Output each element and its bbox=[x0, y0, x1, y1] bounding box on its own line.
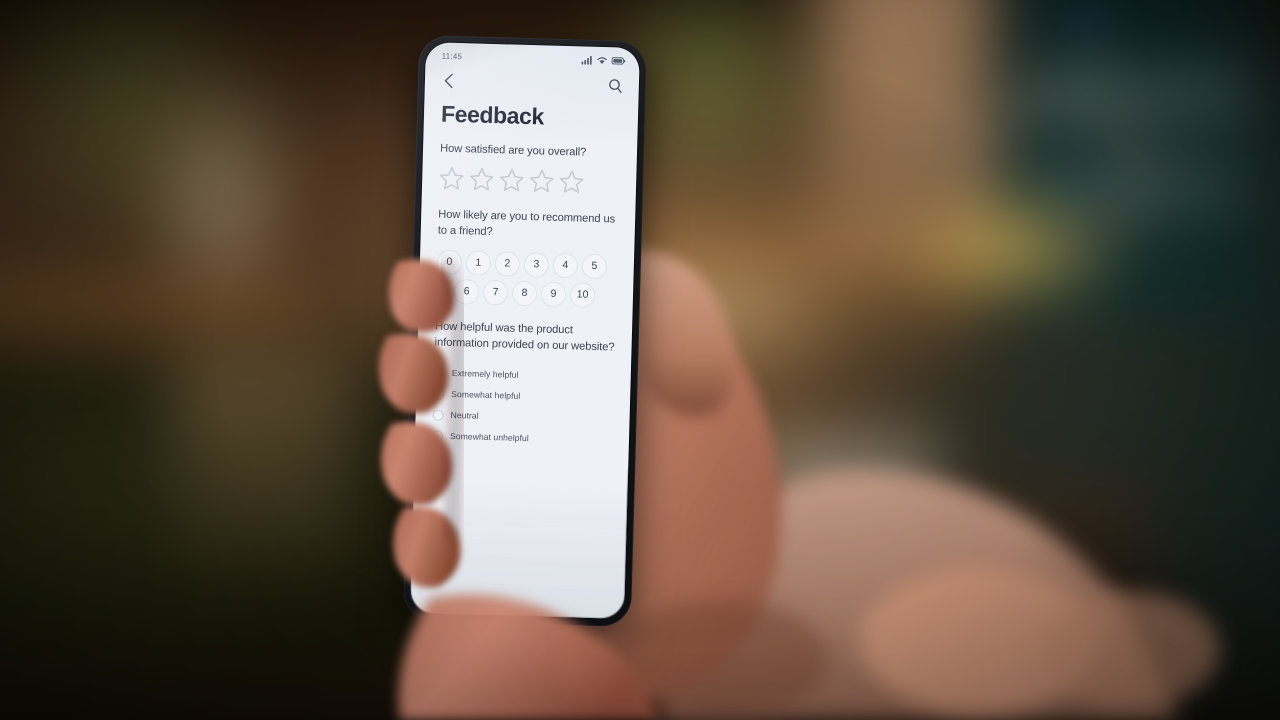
background-chair-right bbox=[750, 440, 940, 590]
nps-row-1: 0 1 2 3 4 5 bbox=[436, 249, 619, 280]
signal-icon bbox=[581, 56, 592, 65]
background-chair-far-right bbox=[930, 480, 1160, 640]
page-title: Feedback bbox=[440, 100, 545, 130]
star-icon-3[interactable] bbox=[498, 166, 526, 194]
status-bar-icons bbox=[581, 55, 626, 65]
nps-option-8[interactable]: 8 bbox=[511, 280, 538, 307]
nps-option-5[interactable]: 5 bbox=[581, 253, 608, 280]
star-rating[interactable] bbox=[438, 165, 621, 197]
radio-icon bbox=[431, 430, 444, 442]
chevron-left-icon bbox=[444, 73, 453, 89]
star-icon-5[interactable] bbox=[558, 168, 586, 196]
nps-option-4[interactable]: 4 bbox=[552, 252, 579, 279]
nps-option-10[interactable]: 10 bbox=[569, 282, 596, 308]
radio-option-label: Neutral bbox=[450, 410, 479, 421]
question-nps: How likely are you to recommend us to a … bbox=[437, 208, 616, 239]
radio-icon bbox=[432, 409, 444, 421]
back-button[interactable] bbox=[440, 72, 458, 90]
nps-scale[interactable]: 0 1 2 3 4 5 6 7 8 9 10 bbox=[436, 249, 618, 308]
radio-option-label: Somewhat helpful bbox=[451, 389, 521, 402]
nps-option-9[interactable]: 9 bbox=[540, 281, 567, 307]
status-bar-time: 11:45 bbox=[441, 51, 463, 62]
background-flowers bbox=[900, 188, 1110, 308]
screen-depth-of-field bbox=[410, 462, 629, 619]
search-icon bbox=[608, 78, 622, 93]
radio-option-somewhat-unhelpful[interactable]: Somewhat unhelpful bbox=[431, 425, 614, 451]
phone-screen: 11:45 Feedback How satisfied are you ove… bbox=[410, 42, 640, 619]
question-satisfaction: How satisfied are you overall? bbox=[439, 142, 587, 159]
nps-option-6[interactable]: 6 bbox=[453, 278, 480, 305]
wifi-icon bbox=[597, 57, 607, 65]
nps-option-2[interactable]: 2 bbox=[494, 250, 521, 277]
nps-option-1[interactable]: 1 bbox=[465, 250, 492, 276]
search-button[interactable] bbox=[606, 76, 624, 94]
helpfulness-options: Extremely helpful Somewhat helpful Neutr… bbox=[431, 362, 615, 451]
feedback-form: How satisfied are you overall? How likel… bbox=[415, 141, 637, 451]
battery-icon bbox=[611, 57, 626, 65]
star-icon-4[interactable] bbox=[528, 167, 556, 195]
scene: 11:45 Feedback How satisfied are you ove… bbox=[0, 0, 1280, 720]
star-icon-2[interactable] bbox=[468, 165, 496, 193]
nps-option-0[interactable]: 0 bbox=[436, 249, 463, 276]
nps-row-2: 6 7 8 9 10 bbox=[436, 278, 618, 308]
radio-option-label: Somewhat unhelpful bbox=[449, 431, 529, 444]
nps-option-7[interactable]: 7 bbox=[482, 279, 509, 306]
radio-icon bbox=[433, 388, 445, 400]
background-blue-bokeh bbox=[1066, 0, 1112, 52]
star-icon-1[interactable] bbox=[438, 165, 466, 193]
radio-option-label: Extremely helpful bbox=[451, 368, 519, 381]
nps-option-3[interactable]: 3 bbox=[523, 251, 550, 278]
radio-icon bbox=[433, 367, 445, 379]
question-helpfulness: How helpful was the product information … bbox=[434, 320, 615, 354]
smartphone: 11:45 Feedback How satisfied are you ove… bbox=[402, 34, 648, 628]
background-chair-left bbox=[170, 350, 360, 590]
